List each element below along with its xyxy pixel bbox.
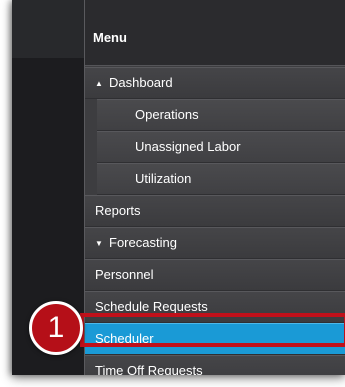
menu-item-label: Reports	[95, 203, 141, 218]
menu-item-label: Schedule Requests	[95, 299, 208, 314]
caret-down-icon: ▼	[95, 239, 103, 248]
menu-item-label: Unassigned Labor	[135, 139, 241, 154]
caret-up-icon: ▲	[95, 79, 103, 88]
menu-item-label: Personnel	[95, 267, 154, 282]
menu-item-schedule-requests[interactable]: Schedule Requests	[85, 291, 345, 323]
step-number-badge: 1	[29, 301, 83, 355]
menu-item-label: Time Off Requests	[95, 363, 203, 375]
menu-panel: Menu ▲ Dashboard Operations Unassigned La…	[84, 0, 345, 375]
menu-item-dashboard[interactable]: ▲ Dashboard	[85, 67, 345, 99]
menu-item-label: Forecasting	[109, 235, 177, 250]
menu-list: ▲ Dashboard Operations Unassigned Labor U…	[85, 67, 345, 375]
top-left-strip	[12, 0, 84, 58]
menu-item-unassigned-labor[interactable]: Unassigned Labor	[97, 131, 345, 163]
menu-item-reports[interactable]: Reports	[85, 195, 345, 227]
menu-item-scheduler[interactable]: Scheduler	[85, 323, 345, 355]
menu-item-forecasting[interactable]: ▼ Forecasting	[85, 227, 345, 259]
screenshot-frame: Menu ▲ Dashboard Operations Unassigned La…	[0, 0, 345, 387]
menu-item-time-off-requests[interactable]: Time Off Requests	[85, 355, 345, 375]
menu-header: Menu	[85, 0, 345, 66]
menu-item-label: Utilization	[135, 171, 192, 186]
menu-item-utilization[interactable]: Utilization	[97, 163, 345, 195]
menu-item-personnel[interactable]: Personnel	[85, 259, 345, 291]
menu-item-label: Scheduler	[95, 331, 154, 346]
menu-item-label: Operations	[135, 107, 199, 122]
menu-item-operations[interactable]: Operations	[97, 99, 345, 131]
menu-item-label: Dashboard	[109, 75, 173, 90]
